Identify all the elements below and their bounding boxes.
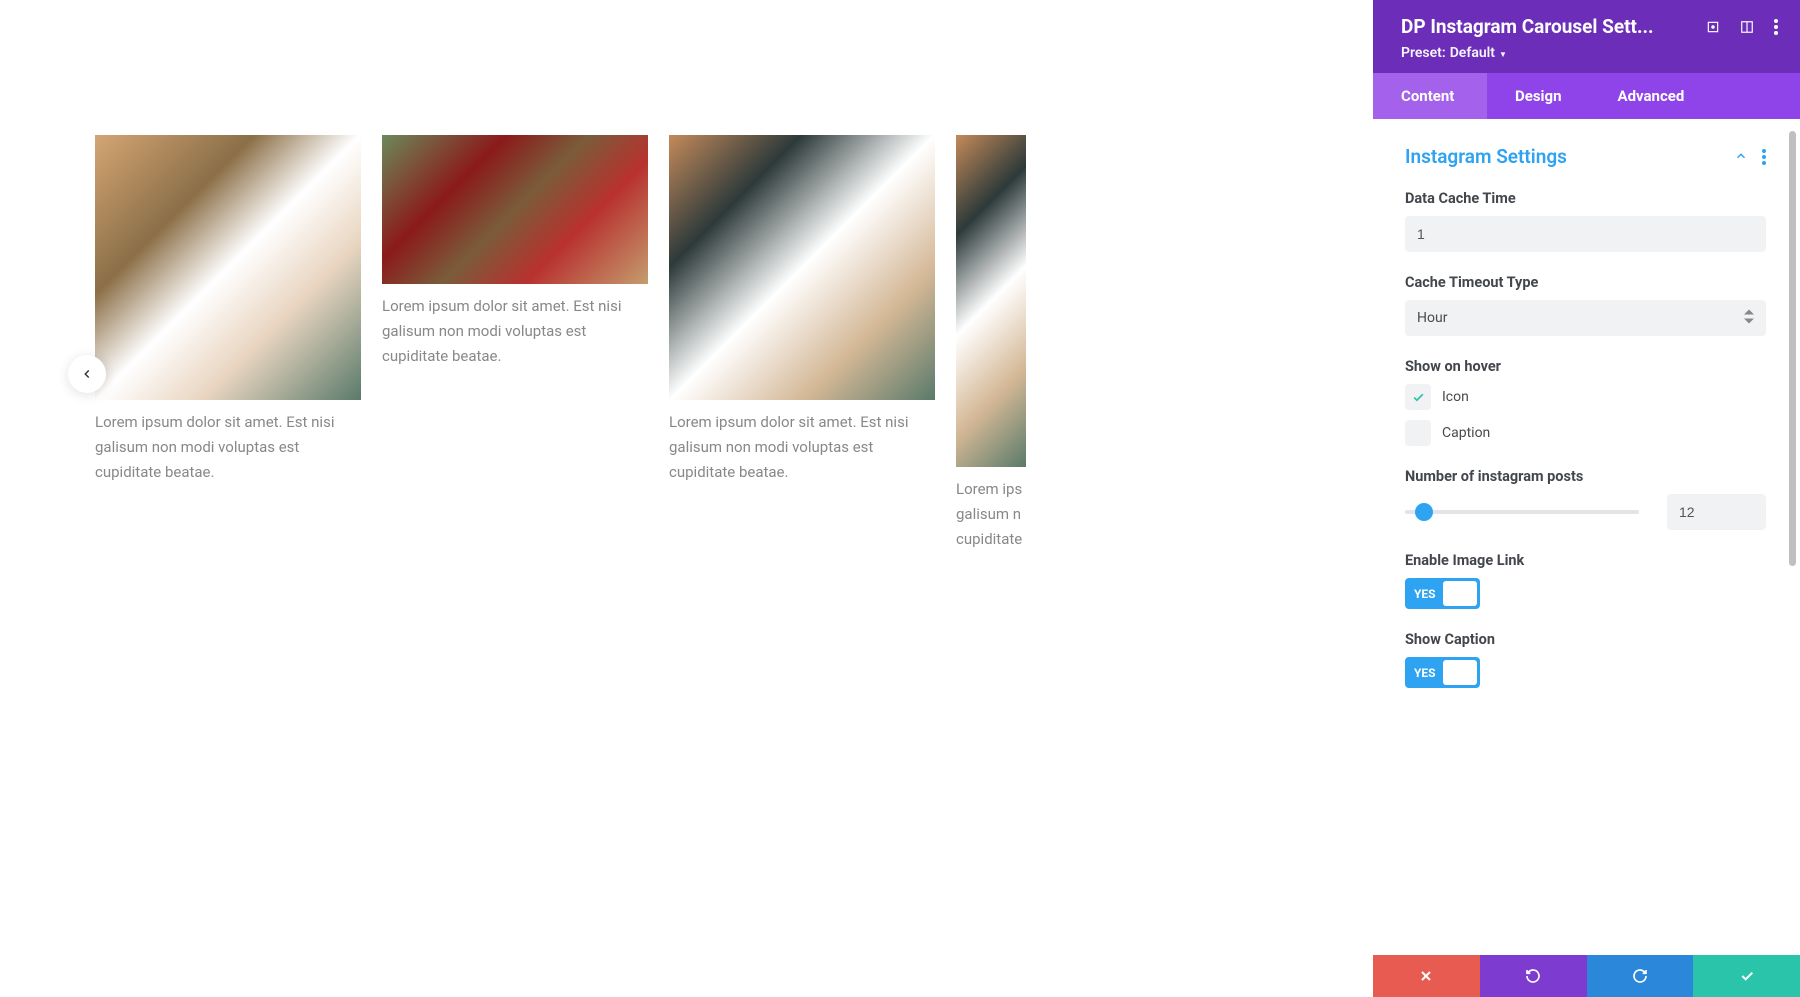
- enable-image-link-toggle[interactable]: YES: [1405, 578, 1480, 609]
- redo-icon: [1632, 968, 1648, 984]
- redo-button[interactable]: [1587, 955, 1694, 997]
- collapse-icon[interactable]: [1734, 149, 1748, 165]
- carousel-image: [956, 135, 1026, 467]
- panel-title: DP Instagram Carousel Sett...: [1401, 15, 1654, 38]
- undo-icon: [1525, 968, 1541, 984]
- field-num-posts: Number of instagram posts: [1405, 468, 1766, 530]
- carousel-image: [669, 135, 935, 400]
- field-label: Show Caption: [1405, 631, 1766, 648]
- section-more-icon[interactable]: [1762, 149, 1766, 165]
- section-header: Instagram Settings: [1405, 145, 1766, 168]
- caption-fragment: Lorem ips: [956, 480, 1022, 498]
- cache-timeout-type-select[interactable]: Hour: [1405, 300, 1766, 336]
- more-icon[interactable]: [1774, 19, 1778, 35]
- field-show-caption: Show Caption YES: [1405, 631, 1766, 688]
- field-label: Enable Image Link: [1405, 552, 1766, 569]
- num-posts-input[interactable]: [1667, 494, 1766, 530]
- field-label: Data Cache Time: [1405, 190, 1766, 207]
- toggle-knob: [1443, 660, 1477, 685]
- carousel-image: [95, 135, 361, 400]
- undo-button[interactable]: [1480, 955, 1587, 997]
- caption-fragment: cupiditate: [956, 530, 1022, 548]
- check-icon: [1412, 391, 1425, 404]
- cancel-button[interactable]: [1373, 955, 1480, 997]
- columns-icon[interactable]: [1740, 20, 1754, 34]
- carousel-caption: Lorem ipsum dolor sit amet. Est nisi gal…: [382, 284, 648, 368]
- caption-fragment: galisum n: [956, 505, 1021, 523]
- tabs: Content Design Advanced: [1373, 73, 1800, 119]
- carousel-caption: Lorem ipsum dolor sit amet. Est nisi gal…: [95, 400, 361, 484]
- tab-content[interactable]: Content: [1373, 73, 1487, 119]
- chevron-left-icon: [80, 367, 94, 381]
- field-show-on-hover: Show on hover Icon Caption: [1405, 358, 1766, 446]
- expand-icon[interactable]: [1706, 20, 1720, 34]
- preset-label: Preset:: [1401, 45, 1446, 61]
- checkbox-label: Caption: [1442, 425, 1490, 441]
- check-row-icon: Icon: [1405, 384, 1766, 410]
- carousel-card[interactable]: Lorem ipsum dolor sit amet. Est nisi gal…: [669, 135, 935, 551]
- data-cache-time-input[interactable]: [1405, 216, 1766, 252]
- panel-header: DP Instagram Carousel Sett... Preset: De…: [1373, 0, 1800, 73]
- checkbox-caption[interactable]: [1405, 420, 1431, 446]
- toggle-knob: [1443, 581, 1477, 606]
- settings-panel: DP Instagram Carousel Sett... Preset: De…: [1373, 0, 1800, 997]
- slider-thumb[interactable]: [1415, 503, 1433, 521]
- carousel-prev-button[interactable]: [68, 355, 106, 393]
- tab-design[interactable]: Design: [1487, 73, 1590, 119]
- save-button[interactable]: [1693, 955, 1800, 997]
- carousel-card[interactable]: Lorem ipsum dolor sit amet. Est nisi gal…: [382, 135, 648, 551]
- close-icon: [1418, 968, 1434, 984]
- canvas-area: Lorem ipsum dolor sit amet. Est nisi gal…: [0, 0, 1373, 997]
- carousel-caption: Lorem ips galisum n cupiditate: [956, 467, 1026, 551]
- carousel-image: [382, 135, 648, 284]
- toggle-label: YES: [1405, 587, 1436, 601]
- tab-advanced[interactable]: Advanced: [1590, 73, 1713, 119]
- carousel-card[interactable]: Lorem ipsum dolor sit amet. Est nisi gal…: [95, 135, 361, 551]
- chevron-down-icon: ▼: [1499, 50, 1507, 59]
- preset-value: Default: [1450, 45, 1495, 61]
- section-title: Instagram Settings: [1405, 145, 1567, 168]
- toggle-label: YES: [1405, 666, 1436, 680]
- check-row-caption: Caption: [1405, 420, 1766, 446]
- panel-body: Instagram Settings Data Cache Time Cache…: [1373, 119, 1800, 955]
- carousel-card[interactable]: Lorem ips galisum n cupiditate: [956, 135, 1026, 551]
- preset-selector[interactable]: Preset: Default ▼: [1401, 45, 1778, 61]
- checkbox-label: Icon: [1442, 389, 1469, 405]
- check-icon: [1739, 968, 1755, 984]
- field-data-cache-time: Data Cache Time: [1405, 190, 1766, 252]
- panel-footer: [1373, 955, 1800, 997]
- carousel: Lorem ipsum dolor sit amet. Est nisi gal…: [95, 135, 1373, 551]
- checkbox-icon[interactable]: [1405, 384, 1431, 410]
- field-label: Cache Timeout Type: [1405, 274, 1766, 291]
- scrollbar-thumb[interactable]: [1789, 131, 1796, 566]
- field-cache-timeout-type: Cache Timeout Type Hour: [1405, 274, 1766, 336]
- field-label: Show on hover: [1405, 358, 1766, 375]
- field-enable-image-link: Enable Image Link YES: [1405, 552, 1766, 609]
- field-label: Number of instagram posts: [1405, 468, 1766, 485]
- carousel-caption: Lorem ipsum dolor sit amet. Est nisi gal…: [669, 400, 935, 484]
- num-posts-slider[interactable]: [1405, 510, 1639, 514]
- show-caption-toggle[interactable]: YES: [1405, 657, 1480, 688]
